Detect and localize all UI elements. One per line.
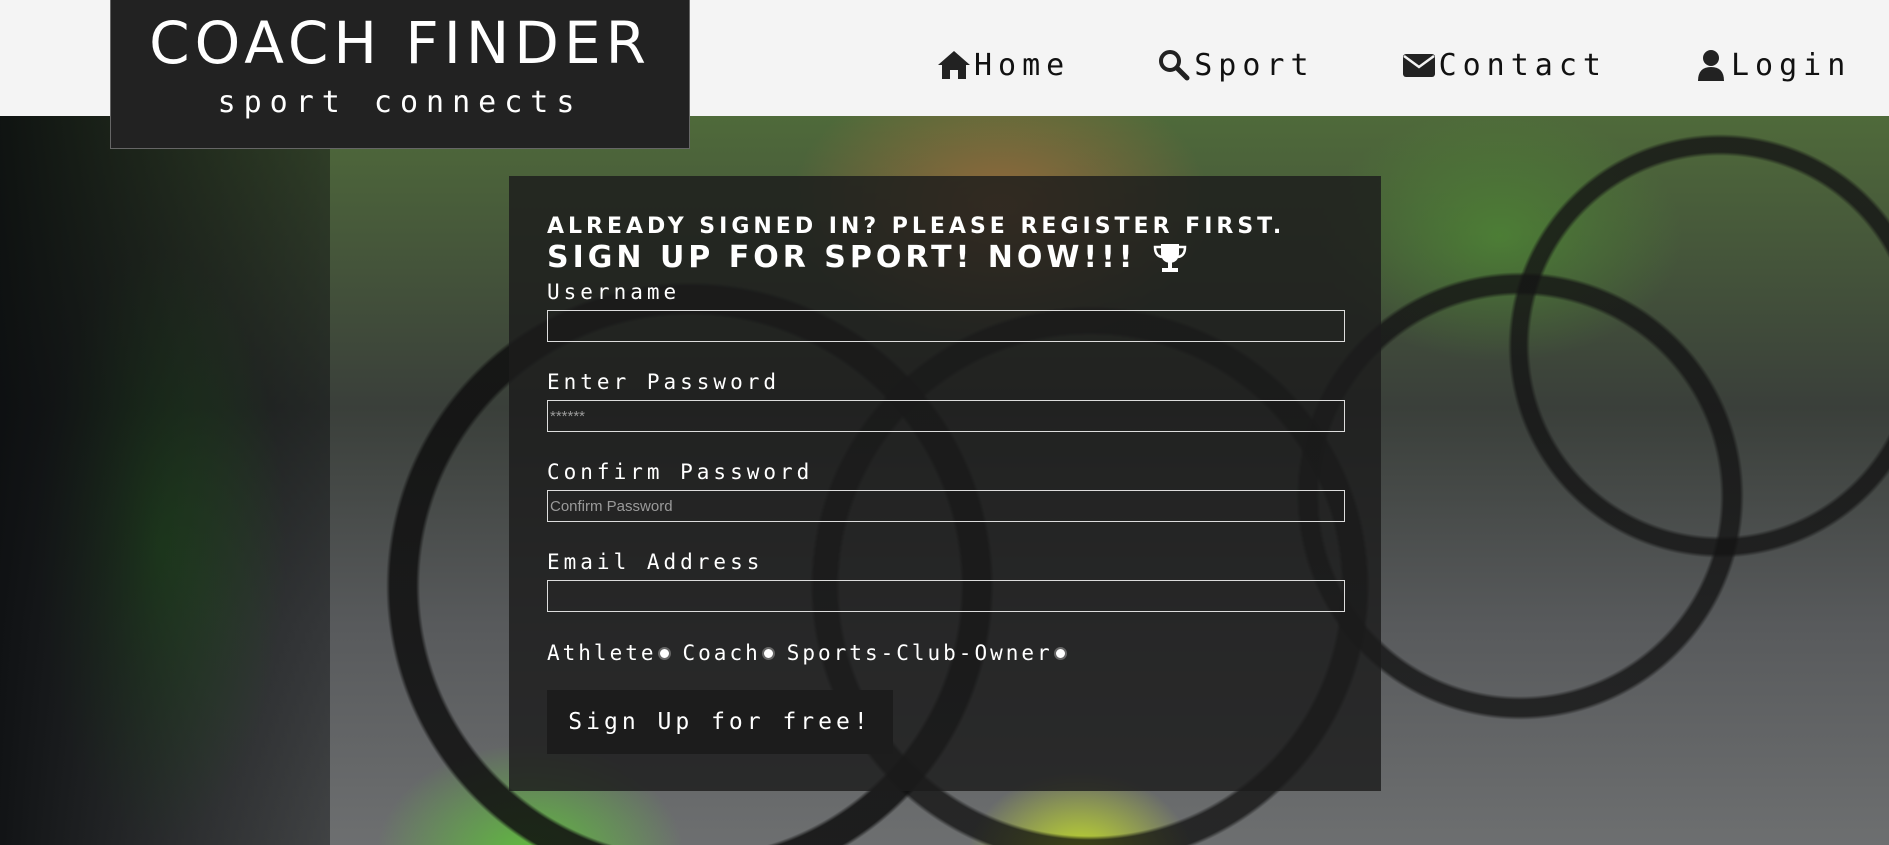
role-label-coach: Coach (682, 641, 761, 665)
user-icon (1698, 50, 1724, 81)
nav-item-contact[interactable]: Contact (1401, 45, 1607, 85)
nav-label-login: Login (1731, 47, 1852, 83)
nav-item-login[interactable]: Login (1693, 45, 1851, 85)
signup-panel: ALREADY SIGNED IN? PLEASE REGISTER FIRST… (509, 176, 1381, 791)
trophy-icon (1154, 243, 1187, 272)
signup-headline-text: SIGN UP FOR SPORT! NOW!!! (547, 240, 1137, 275)
search-icon (1159, 50, 1190, 81)
radio-club-owner[interactable] (1053, 646, 1067, 660)
role-club-owner[interactable]: Sports-Club-Owner (787, 641, 1067, 665)
signup-headline: SIGN UP FOR SPORT! NOW!!! (547, 240, 1188, 275)
main-nav: Home Sport Contact Login (936, 45, 1851, 85)
confirm-password-input[interactable] (547, 490, 1345, 522)
role-label-club-owner: Sports-Club-Owner (786, 641, 1053, 665)
envelope-icon (1402, 54, 1435, 77)
role-coach[interactable]: Coach (683, 641, 775, 665)
nav-label-contact: Contact (1438, 47, 1607, 83)
email-input[interactable] (547, 580, 1345, 612)
role-radio-group: Athlete Coach Sports-Club-Owner (547, 641, 1079, 665)
password-label: Enter Password (547, 370, 781, 394)
radio-athlete[interactable] (657, 646, 671, 660)
nav-label-home: Home (974, 47, 1071, 83)
role-label-athlete: Athlete (547, 641, 657, 665)
radio-coach[interactable] (761, 646, 775, 660)
role-athlete[interactable]: Athlete (547, 641, 671, 665)
brand-logo-box[interactable]: COACH FINDER sport connects (110, 0, 690, 149)
home-icon (938, 51, 970, 79)
brand-subtitle: sport connects (217, 85, 583, 120)
username-label: Username (547, 280, 681, 304)
nav-item-sport[interactable]: Sport (1156, 45, 1314, 85)
nav-label-sport: Sport (1194, 47, 1315, 83)
email-label: Email Address (547, 550, 764, 574)
username-input[interactable] (547, 310, 1345, 342)
confirm-password-label: Confirm Password (547, 460, 814, 484)
brand-title: COACH FINDER (149, 9, 651, 77)
password-input[interactable] (547, 400, 1345, 432)
nav-item-home[interactable]: Home (936, 45, 1070, 85)
signup-button[interactable]: Sign Up for free! (547, 690, 893, 754)
register-notice: ALREADY SIGNED IN? PLEASE REGISTER FIRST… (547, 214, 1286, 239)
